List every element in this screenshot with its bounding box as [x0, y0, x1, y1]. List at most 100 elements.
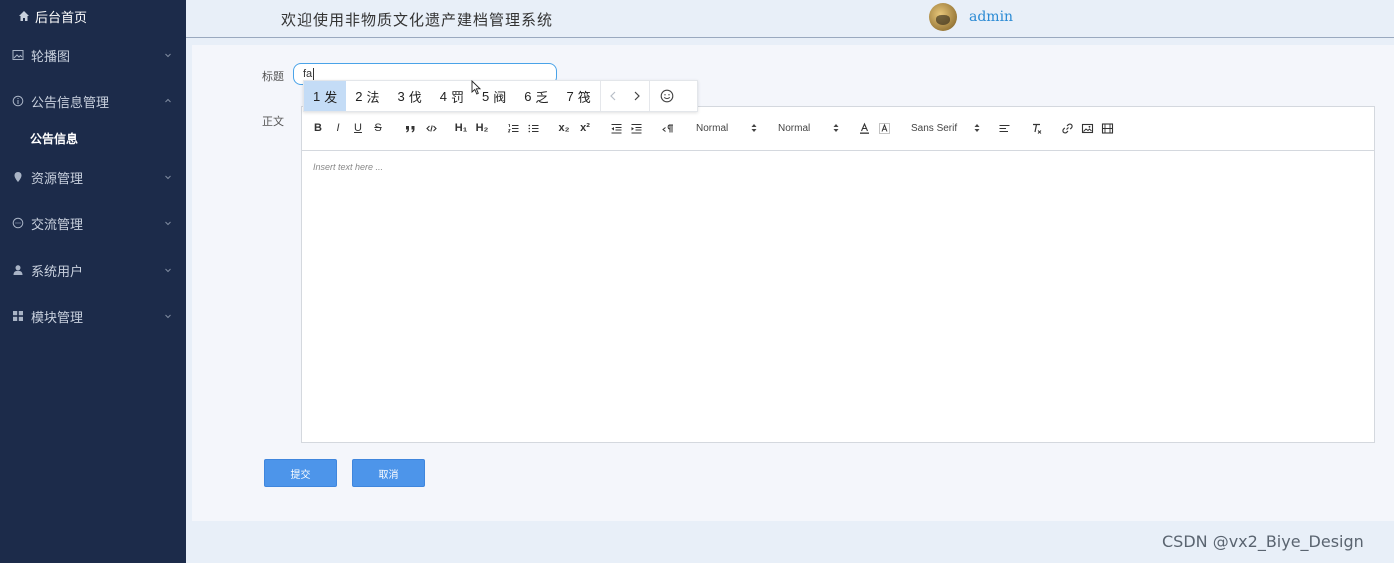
chevron-left-icon: [609, 91, 616, 101]
clear-format-button[interactable]: [1029, 120, 1043, 136]
font-color-icon: [859, 122, 869, 134]
sidebar-item-modules[interactable]: 模块管理: [0, 300, 186, 332]
font-color-button[interactable]: [857, 120, 871, 136]
title-label: 标题: [262, 70, 284, 83]
page-title: 欢迎使用非物质文化遗产建档管理系统: [281, 11, 554, 29]
ime-candidate-char: 乏: [535, 90, 549, 106]
location-pin-icon: [12, 171, 24, 183]
mouse-cursor-icon: [471, 80, 481, 95]
chevron-down-icon: [165, 314, 171, 319]
sidebar-item-carousel[interactable]: 轮播图: [0, 39, 186, 71]
sidebar-item-home[interactable]: 后台首页: [0, 0, 186, 32]
ime-candidate-bar: 1发 2法 3伐 4罚 5阀 6乏 7筏: [303, 80, 698, 112]
username-link[interactable]: admin: [969, 9, 1013, 25]
rich-text-editor: B I U S H₁ H₂ x₂ x² Normal Normal Sans S…: [301, 106, 1375, 443]
header-2-button[interactable]: H₂: [474, 120, 490, 136]
ime-candidate[interactable]: 1发: [304, 81, 347, 111]
avatar[interactable]: [929, 3, 957, 31]
ime-next-page-button[interactable]: [625, 81, 649, 111]
ime-candidate-number: 6: [524, 88, 532, 104]
title-input-value: fa: [303, 68, 313, 80]
sidebar-item-system-users[interactable]: 系统用户: [0, 254, 186, 286]
sidebar-item-label: 公告信息管理: [31, 95, 110, 111]
chevron-up-icon: [165, 98, 171, 103]
indent-icon: [631, 123, 641, 134]
select-arrows-icon: [974, 124, 980, 132]
bold-button[interactable]: B: [312, 120, 324, 136]
ime-candidate-char: 法: [366, 90, 380, 106]
ime-candidate-char: 筏: [577, 90, 591, 106]
indent-button[interactable]: [629, 120, 643, 136]
user-icon: [12, 264, 24, 276]
video-icon: [1101, 122, 1113, 134]
ime-candidate-char: 发: [324, 90, 338, 106]
chevron-down-icon: [165, 221, 171, 226]
align-left-icon: [999, 124, 1009, 132]
insert-link-button[interactable]: [1060, 120, 1074, 136]
outdent-icon: [611, 123, 621, 134]
sidebar-item-label: 后台首页: [35, 10, 88, 26]
chevron-down-icon: [165, 175, 171, 180]
sidebar-item-label: 系统用户: [31, 264, 84, 280]
ordered-list-icon: [507, 123, 518, 132]
sidebar-item-communication[interactable]: 交流管理: [0, 207, 186, 239]
ime-candidate[interactable]: 2法: [346, 81, 388, 111]
ime-candidate-number: 5: [482, 88, 490, 104]
ime-candidate-char: 罚: [450, 90, 464, 106]
outdent-button[interactable]: [609, 120, 623, 136]
superscript-button[interactable]: x²: [578, 120, 592, 136]
font-select[interactable]: Sans Serif: [911, 120, 983, 136]
editor-toolbar: B I U S H₁ H₂ x₂ x² Normal Normal Sans S…: [302, 107, 1374, 151]
insert-video-button[interactable]: [1100, 120, 1114, 136]
chevron-down-icon: [165, 53, 171, 58]
sidebar: 后台首页 轮播图 公告信息管理 公告信息 资源管理 交流管理 系统用户 模块管理: [0, 0, 186, 563]
ime-prev-page-button[interactable]: [601, 81, 625, 111]
sidebar-item-label: 模块管理: [31, 310, 84, 326]
link-icon: [1061, 122, 1073, 134]
top-header: 欢迎使用非物质文化遗产建档管理系统 admin: [186, 0, 1394, 38]
code-block-button[interactable]: [424, 120, 438, 136]
subscript-button[interactable]: x₂: [557, 120, 571, 136]
clear-format-icon: [1032, 123, 1041, 134]
strike-button[interactable]: S: [372, 120, 384, 136]
cancel-button[interactable]: 取消: [352, 459, 425, 487]
select-arrows-icon: [833, 124, 839, 132]
sidebar-item-announcement-mgmt[interactable]: 公告信息管理: [0, 85, 186, 117]
italic-button[interactable]: I: [332, 120, 344, 136]
code-icon: [425, 124, 437, 132]
ime-candidate[interactable]: 7筏: [558, 81, 600, 111]
ime-candidate-number: 1: [313, 88, 321, 104]
ime-candidate[interactable]: 3伐: [389, 81, 431, 111]
insert-image-button[interactable]: [1080, 120, 1094, 136]
text-caret: [313, 68, 315, 81]
image-icon: [12, 49, 24, 61]
blockquote-button[interactable]: [403, 120, 417, 136]
ime-candidate[interactable]: 6乏: [515, 81, 557, 111]
align-button[interactable]: [997, 120, 1011, 136]
text-direction-icon: [661, 124, 673, 132]
sidebar-subitem-announcement[interactable]: 公告信息: [30, 130, 78, 147]
size-select[interactable]: Normal: [778, 120, 842, 136]
text-direction-button[interactable]: [660, 120, 674, 136]
header-select[interactable]: Normal: [696, 120, 760, 136]
grid-icon: [12, 310, 24, 322]
ime-emoji-button[interactable]: [650, 81, 684, 111]
editor-placeholder: Insert text here ...: [313, 162, 384, 172]
home-icon: [18, 10, 30, 22]
header-1-button[interactable]: H₁: [453, 120, 469, 136]
ime-candidate-char: 伐: [408, 90, 422, 106]
underline-button[interactable]: U: [352, 120, 364, 136]
ime-candidate-number: 2: [355, 88, 363, 104]
body-label: 正文: [262, 115, 284, 128]
ime-candidate[interactable]: 4罚: [431, 81, 473, 111]
bullet-list-button[interactable]: [526, 120, 540, 136]
background-color-button[interactable]: [877, 120, 891, 136]
submit-button[interactable]: 提交: [264, 459, 337, 487]
ordered-list-button[interactable]: [506, 120, 520, 136]
font-select-value: Sans Serif: [911, 122, 958, 134]
editor-content-area[interactable]: Insert text here ...: [302, 152, 1374, 442]
sidebar-item-resources[interactable]: 资源管理: [0, 161, 186, 193]
info-circle-icon: [12, 95, 24, 107]
quote-icon: [405, 125, 414, 132]
sidebar-item-label: 交流管理: [31, 217, 84, 233]
